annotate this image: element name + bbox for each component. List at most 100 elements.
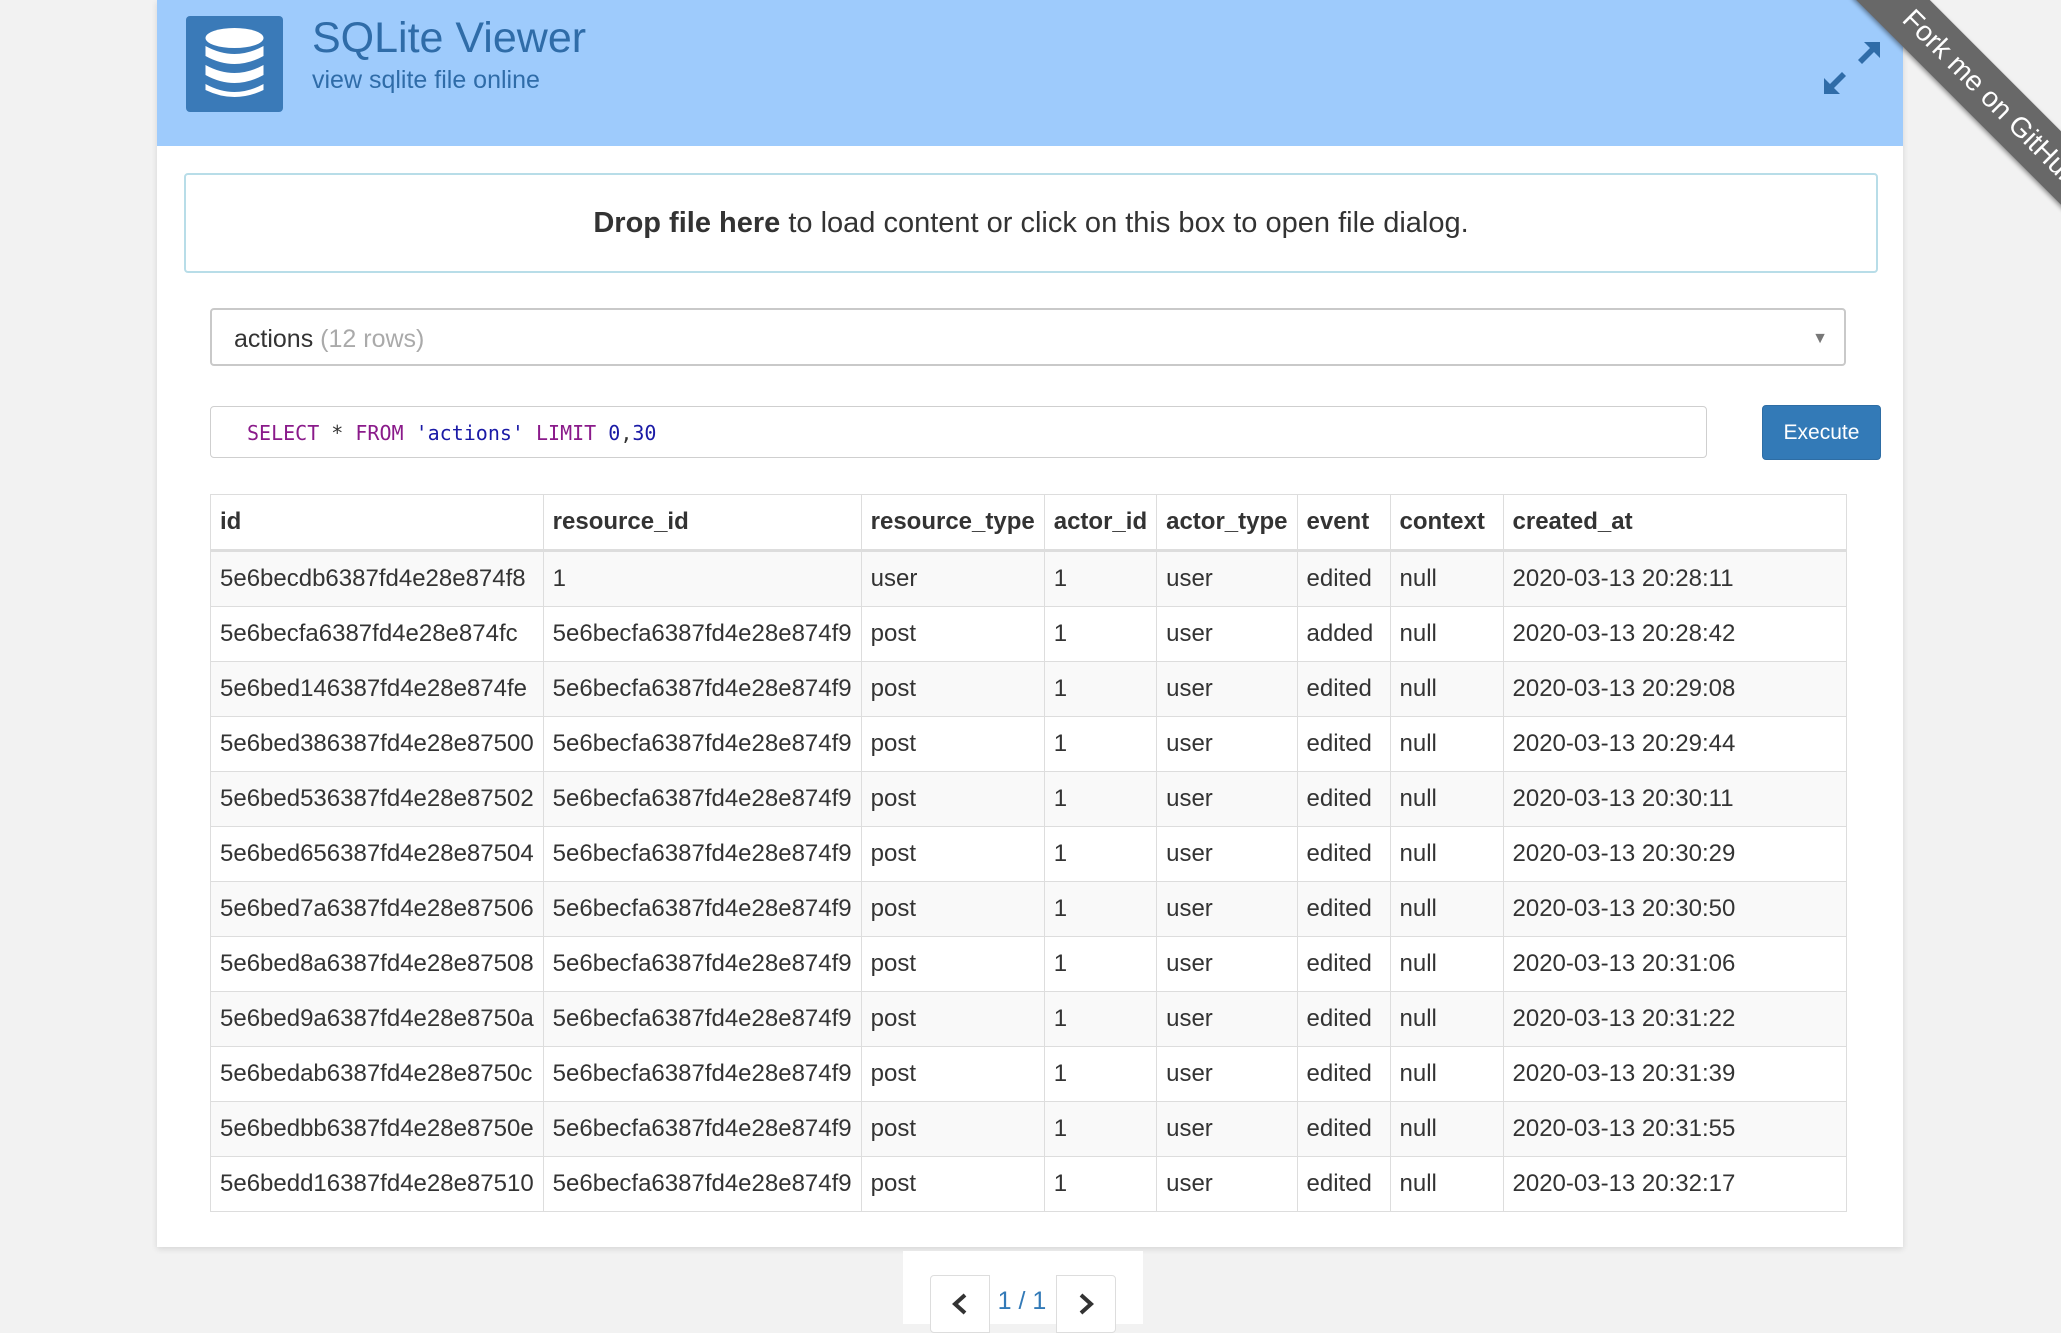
table-row[interactable]: 5e6becfa6387fd4e28e874fc 5e6becfa6387fd4e… [210, 606, 1847, 662]
cell-context: null [1389, 716, 1504, 772]
cell-created-at: 2020-03-13 20:29:08 [1502, 661, 1847, 717]
cell-resource-id: 1 [542, 550, 862, 607]
column-header-context[interactable]: context [1389, 494, 1504, 552]
cell-resource-type: post [860, 881, 1045, 937]
cell-actor-id: 1 [1043, 1156, 1158, 1212]
github-ribbon-area: Fork me on GitHub [1761, 0, 2061, 220]
cell-created-at: 2020-03-13 20:29:44 [1502, 716, 1847, 772]
cell-id: 5e6bedd16387fd4e28e87510 [210, 1156, 544, 1212]
table-row[interactable]: 5e6bedab6387fd4e28e8750c 5e6becfa6387fd4e… [210, 1046, 1847, 1102]
cell-resource-id: 5e6becfa6387fd4e28e874f9 [542, 1046, 862, 1102]
table-row[interactable]: 5e6becdb6387fd4e28e874f8 1 user 1 user edited… [210, 550, 1847, 607]
cell-actor-type: user [1156, 1156, 1298, 1212]
cell-resource-id: 5e6becfa6387fd4e28e874f9 [542, 771, 862, 827]
table-row[interactable]: 5e6bed656387fd4e28e87504 5e6becfa6387fd4e… [210, 826, 1847, 882]
cell-resource-id: 5e6becfa6387fd4e28e874f9 [542, 826, 862, 882]
cell-event: edited [1296, 661, 1391, 717]
table-row[interactable]: 5e6bedbb6387fd4e28e8750e 5e6becfa6387fd4e… [210, 1101, 1847, 1157]
table-row[interactable]: 5e6bed386387fd4e28e87500 5e6becfa6387fd4e… [210, 716, 1847, 772]
cell-context: null [1389, 991, 1504, 1047]
cell-resource-type: post [860, 606, 1045, 662]
cell-event: edited [1296, 550, 1391, 607]
cell-created-at: 2020-03-13 20:31:22 [1502, 991, 1847, 1047]
app-subtitle: view sqlite file online [312, 66, 540, 94]
cell-actor-id: 1 [1043, 606, 1158, 662]
cell-resource-type: post [860, 771, 1045, 827]
database-icon [186, 16, 283, 112]
sql-query-editor[interactable]: SELECT * FROM 'actions' LIMIT 0,30 [210, 406, 1707, 458]
cell-actor-type: user [1156, 716, 1298, 772]
cell-context: null [1389, 1046, 1504, 1102]
cell-event: edited [1296, 826, 1391, 882]
cell-actor-id: 1 [1043, 991, 1158, 1047]
cell-context: null [1389, 936, 1504, 992]
chevron-down-icon: ▼ [1812, 330, 1828, 347]
cell-resource-id: 5e6becfa6387fd4e28e874f9 [542, 1101, 862, 1157]
cell-id: 5e6bed8a6387fd4e28e87508 [210, 936, 544, 992]
cell-resource-type: post [860, 991, 1045, 1047]
column-header-created-at[interactable]: created_at [1502, 494, 1847, 552]
column-header-id[interactable]: id [210, 494, 544, 552]
column-header-actor-type[interactable]: actor_type [1156, 494, 1298, 552]
cell-event: edited [1296, 1101, 1391, 1157]
file-dropzone[interactable]: Drop file here to load content or click … [184, 173, 1878, 273]
cell-id: 5e6bed536387fd4e28e87502 [210, 771, 544, 827]
column-header-resource-id[interactable]: resource_id [542, 494, 862, 552]
fork-on-github-ribbon[interactable]: Fork me on GitHub [1852, 0, 2061, 220]
cell-context: null [1389, 826, 1504, 882]
table-row[interactable]: 5e6bed146387fd4e28e874fe 5e6becfa6387fd4e… [210, 661, 1847, 717]
cell-actor-type: user [1156, 826, 1298, 882]
header: SQLite Viewer view sqlite file online [157, 0, 1903, 146]
cell-actor-id: 1 [1043, 550, 1158, 607]
cell-created-at: 2020-03-13 20:31:06 [1502, 936, 1847, 992]
cell-context: null [1389, 606, 1504, 662]
cell-event: added [1296, 606, 1391, 662]
cell-actor-id: 1 [1043, 1101, 1158, 1157]
table-row[interactable]: 5e6bed7a6387fd4e28e87506 5e6becfa6387fd4e… [210, 881, 1847, 937]
column-header-event[interactable]: event [1296, 494, 1391, 552]
cell-actor-id: 1 [1043, 661, 1158, 717]
cell-context: null [1389, 881, 1504, 937]
cell-created-at: 2020-03-13 20:28:42 [1502, 606, 1847, 662]
cell-resource-type: post [860, 826, 1045, 882]
cell-created-at: 2020-03-13 20:30:29 [1502, 826, 1847, 882]
table-row[interactable]: 5e6bedd16387fd4e28e87510 5e6becfa6387fd4e… [210, 1156, 1847, 1212]
cell-event: edited [1296, 1156, 1391, 1212]
results-table: id resource_id resource_type actor_id ac… [210, 494, 1847, 1212]
table-row[interactable]: 5e6bed536387fd4e28e87502 5e6becfa6387fd4e… [210, 771, 1847, 827]
execute-button[interactable]: Execute [1762, 405, 1881, 460]
cell-event: edited [1296, 716, 1391, 772]
cell-resource-type: post [860, 936, 1045, 992]
sql-star: * [319, 421, 356, 445]
cell-created-at: 2020-03-13 20:32:17 [1502, 1156, 1847, 1212]
pagination: 1 / 1 [903, 1251, 1143, 1333]
cell-actor-type: user [1156, 771, 1298, 827]
sql-keyword-from: FROM [355, 421, 404, 445]
cell-created-at: 2020-03-13 20:31:39 [1502, 1046, 1847, 1102]
cell-id: 5e6becdb6387fd4e28e874f8 [210, 550, 544, 607]
main-panel: SQLite Viewer view sqlite file online Dr… [157, 0, 1903, 1247]
cell-created-at: 2020-03-13 20:30:11 [1502, 771, 1847, 827]
next-page-button[interactable] [1056, 1275, 1116, 1333]
chevron-left-icon [951, 1287, 969, 1317]
cell-context: null [1389, 550, 1504, 607]
cell-context: null [1389, 771, 1504, 827]
table-select[interactable]: actions (12 rows) ▼ [210, 308, 1846, 366]
cell-context: null [1389, 1101, 1504, 1157]
previous-page-button[interactable] [930, 1275, 990, 1333]
cell-actor-type: user [1156, 1101, 1298, 1157]
cell-created-at: 2020-03-13 20:30:50 [1502, 881, 1847, 937]
cell-resource-type: post [860, 661, 1045, 717]
cell-resource-id: 5e6becfa6387fd4e28e874f9 [542, 716, 862, 772]
table-row[interactable]: 5e6bed8a6387fd4e28e87508 5e6becfa6387fd4e… [210, 936, 1847, 992]
column-header-actor-id[interactable]: actor_id [1043, 494, 1158, 552]
cell-resource-id: 5e6becfa6387fd4e28e874f9 [542, 606, 862, 662]
column-header-resource-type[interactable]: resource_type [860, 494, 1045, 552]
table-body: 5e6becdb6387fd4e28e874f8 1 user 1 user edited… [210, 550, 1847, 1212]
cell-resource-type: post [860, 1046, 1045, 1102]
cell-resource-type: user [860, 550, 1045, 607]
cell-actor-type: user [1156, 991, 1298, 1047]
page-indicator: 1 / 1 [997, 1287, 1047, 1315]
table-row[interactable]: 5e6bed9a6387fd4e28e8750a 5e6becfa6387fd4e… [210, 991, 1847, 1047]
sql-keyword-select: SELECT [247, 421, 320, 445]
